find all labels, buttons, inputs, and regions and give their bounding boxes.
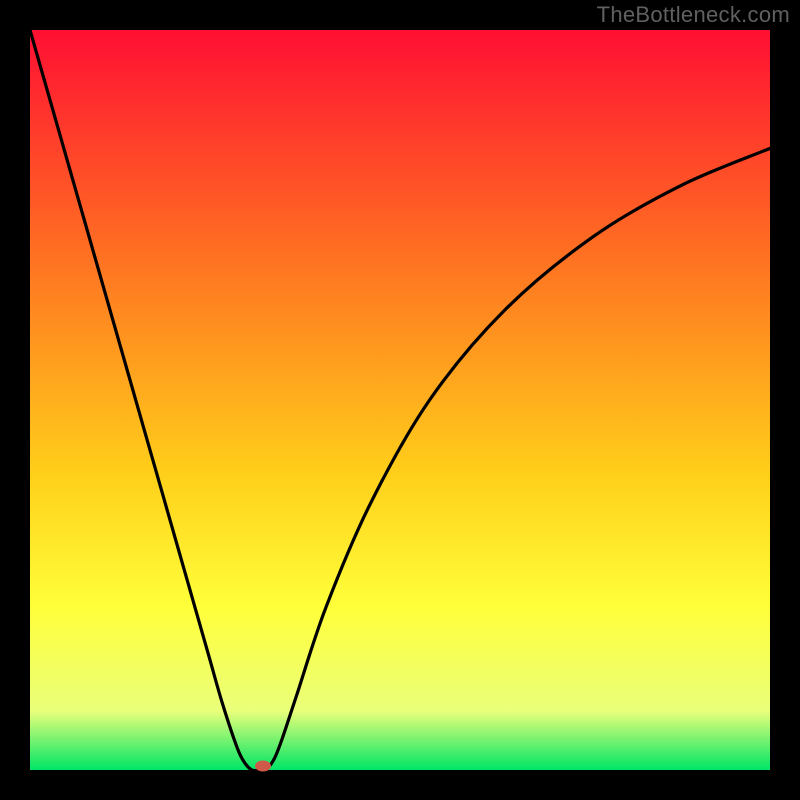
minimum-marker-dot (255, 761, 271, 772)
plot-area (30, 30, 770, 770)
chart-frame: TheBottleneck.com (0, 0, 800, 800)
watermark-text: TheBottleneck.com (597, 2, 790, 28)
bottleneck-curve (30, 30, 770, 770)
